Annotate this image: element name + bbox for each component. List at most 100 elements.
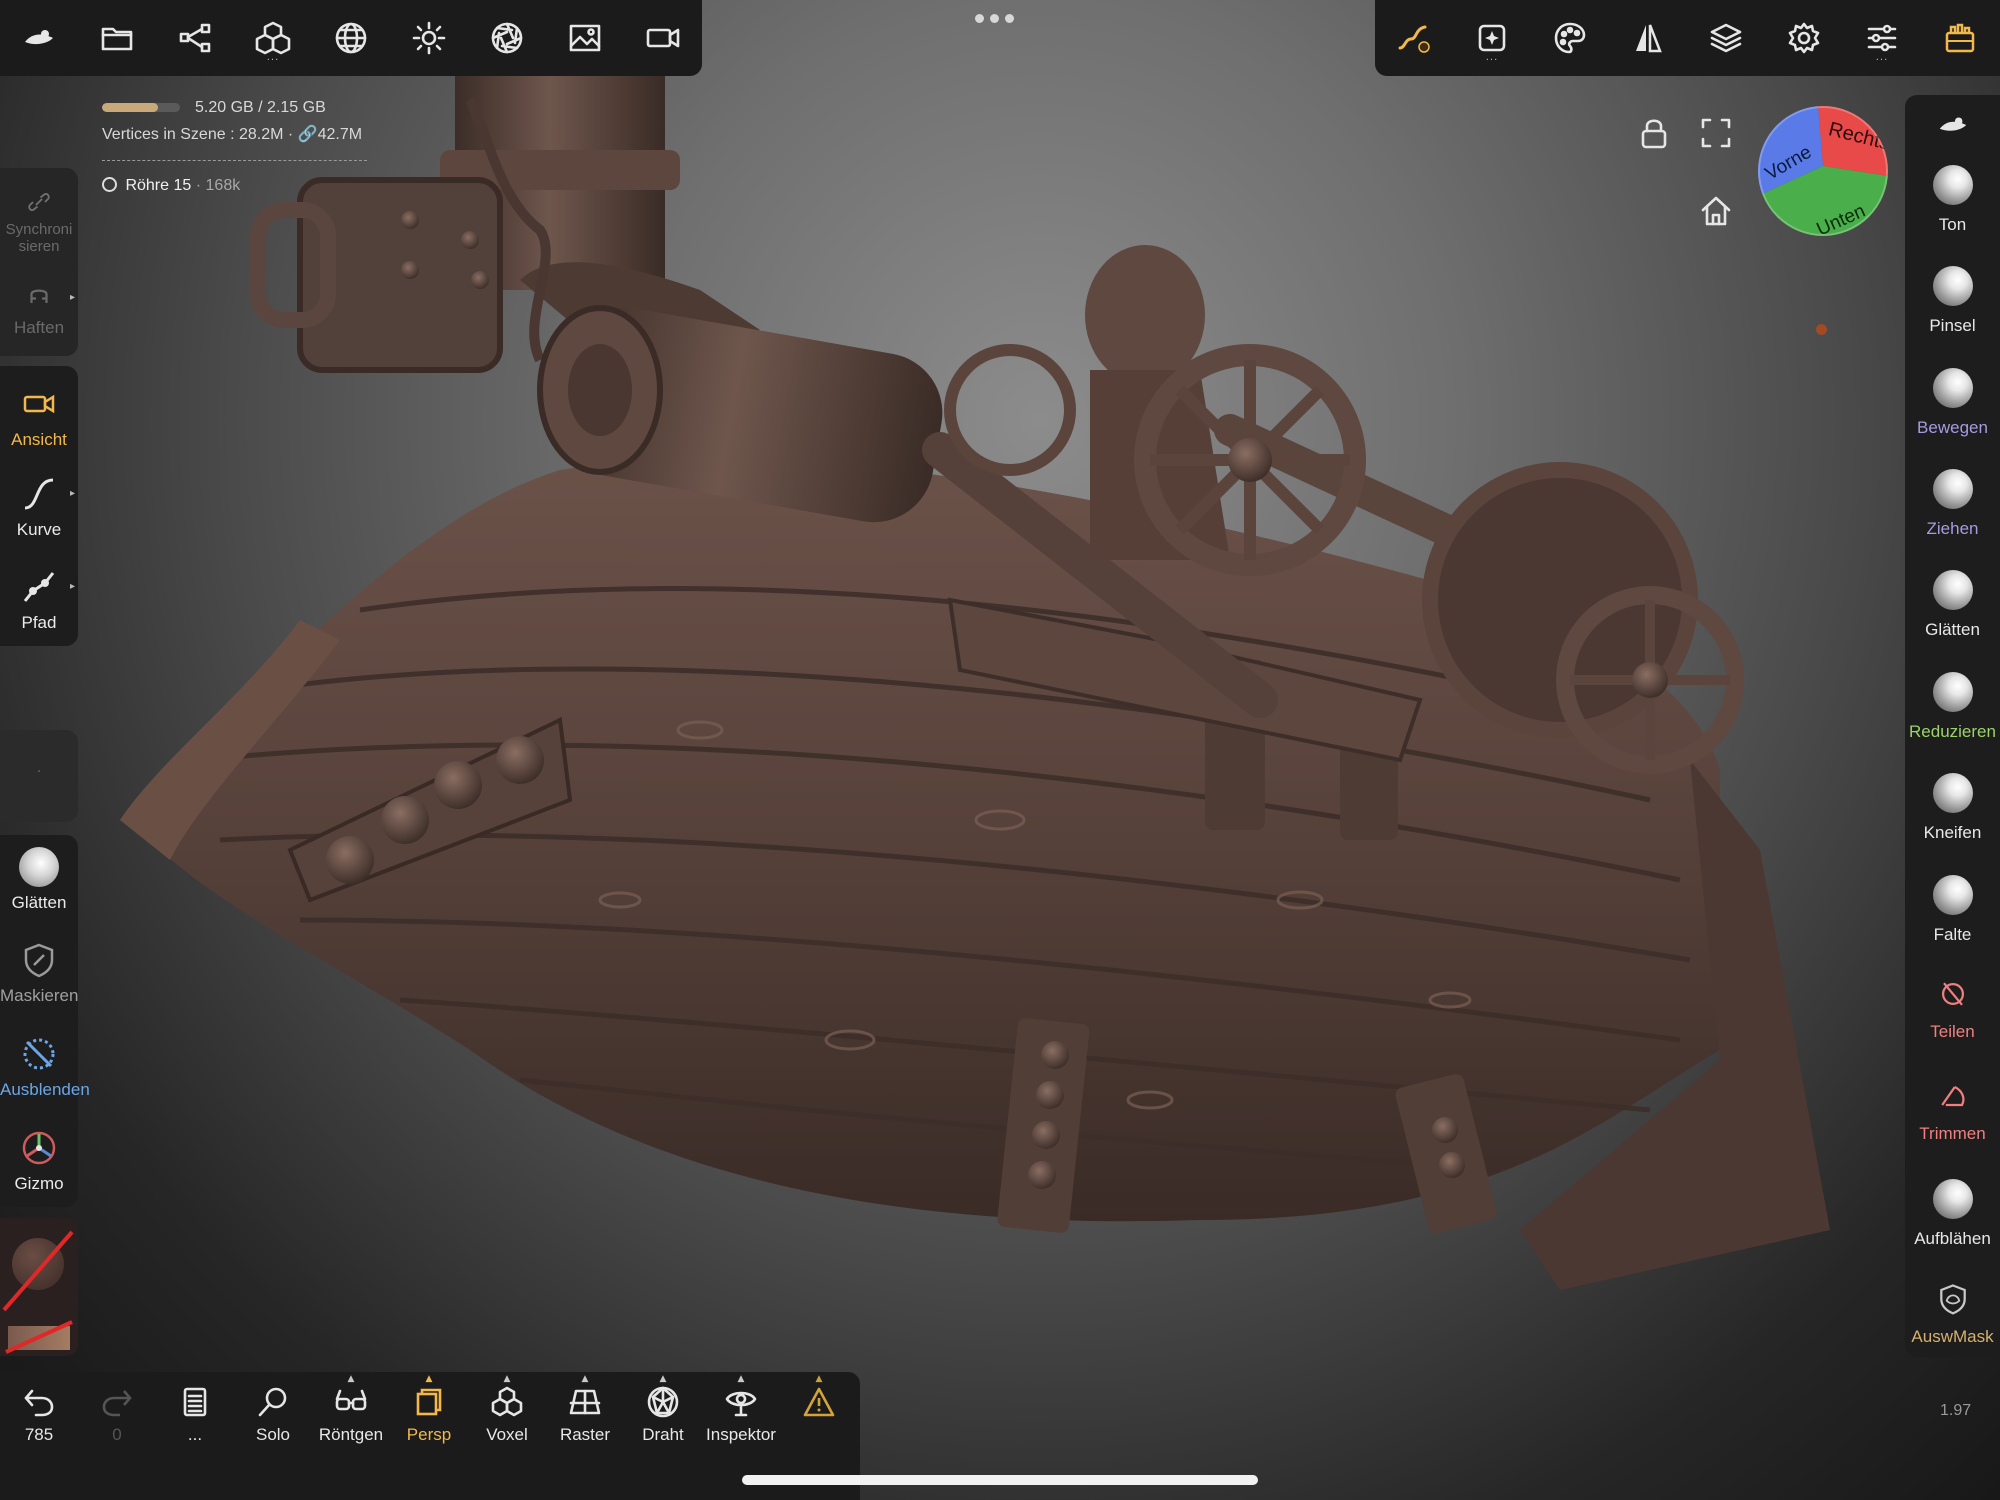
info-separator bbox=[102, 160, 367, 161]
share-icon bbox=[179, 23, 211, 53]
inspector-button[interactable]: ▲ Inspektor bbox=[702, 1374, 780, 1445]
history-menu-button[interactable]: ... bbox=[156, 1385, 234, 1445]
home-indicator[interactable] bbox=[742, 1475, 1258, 1485]
brush-sphere-icon bbox=[1932, 672, 1973, 712]
haften-button[interactable]: Haften ▸ bbox=[0, 282, 78, 338]
material-button[interactable] bbox=[1531, 0, 1609, 76]
tool-label: Teilen bbox=[1930, 1022, 1975, 1041]
hide-dots-icon bbox=[23, 1038, 55, 1070]
tool-bewegen-button[interactable]: Bewegen bbox=[1905, 368, 2000, 438]
bracket-rivet bbox=[1036, 1081, 1064, 1109]
kurve-button[interactable]: Kurve ▸ bbox=[0, 474, 78, 540]
caret-up-icon: ▲ bbox=[503, 1374, 511, 1384]
caret-up-icon: ▲ bbox=[347, 1374, 355, 1384]
files-button[interactable] bbox=[78, 0, 156, 76]
selected-object-name: Röhre 15 bbox=[125, 177, 192, 194]
scene-button[interactable]: ··· bbox=[234, 0, 312, 76]
maskieren-button[interactable]: Maskieren bbox=[0, 940, 78, 1006]
gizmo-button[interactable]: Gizmo bbox=[0, 1128, 78, 1194]
tool-auswmask-button[interactable]: AuswMask bbox=[1905, 1281, 2000, 1347]
maskieren-label: Maskieren bbox=[0, 986, 79, 1005]
grid-icon bbox=[569, 1389, 601, 1415]
sparkle-icon bbox=[1478, 24, 1506, 52]
app-menu-button[interactable] bbox=[0, 0, 78, 76]
settings-button[interactable] bbox=[1765, 0, 1843, 76]
voxel-button[interactable]: ▲ Voxel bbox=[468, 1374, 546, 1445]
redo-count: 0 bbox=[112, 1425, 122, 1444]
tool-menu-button[interactable] bbox=[1905, 108, 2000, 142]
wireframe-label: Draht bbox=[642, 1425, 684, 1444]
layers-icon bbox=[1710, 23, 1742, 53]
background-button[interactable] bbox=[546, 0, 624, 76]
ansicht-button[interactable]: Ansicht bbox=[0, 384, 78, 450]
ausblenden-button[interactable]: Ausblenden bbox=[0, 1034, 90, 1100]
caret-right-icon: ▸ bbox=[70, 292, 76, 303]
lighting-button[interactable] bbox=[390, 0, 468, 76]
lantern-bolt bbox=[471, 271, 489, 289]
home-icon[interactable] bbox=[1698, 193, 1734, 229]
stroke-button[interactable] bbox=[1375, 0, 1453, 76]
xray-label: Röntgen bbox=[318, 1425, 384, 1444]
brush-sphere-icon bbox=[1932, 266, 1973, 306]
tool-gl-tten-button[interactable]: Glätten bbox=[1905, 570, 2000, 640]
tool-teilen-button[interactable]: Teilen bbox=[1905, 976, 2000, 1042]
gizmo-label: Gizmo bbox=[14, 1174, 64, 1193]
tool-trimmen-button[interactable]: Trimmen bbox=[1905, 1078, 2000, 1144]
pfad-button[interactable]: Pfad ▸ bbox=[0, 567, 78, 633]
symmetry-icon bbox=[1636, 24, 1662, 53]
tool-ton-button[interactable]: Ton bbox=[1905, 165, 2000, 235]
undo-button[interactable]: 785 bbox=[0, 1385, 78, 1445]
warning-button[interactable]: ▲ bbox=[780, 1374, 858, 1419]
tool-label: Falte bbox=[1933, 925, 1972, 944]
more-dots: ··· bbox=[1875, 55, 1889, 66]
preferences-button[interactable]: ··· bbox=[1843, 0, 1921, 76]
xray-button[interactable]: ▲ Röntgen bbox=[312, 1374, 390, 1445]
perspective-button[interactable]: ▲ Persp bbox=[390, 1374, 468, 1445]
caret-up-icon: ▲ bbox=[737, 1374, 745, 1384]
caret-up-icon: ▲ bbox=[815, 1374, 823, 1384]
ansicht-label: Ansicht bbox=[11, 430, 67, 449]
lock-icon[interactable] bbox=[1636, 115, 1672, 151]
tool-reduzieren-button[interactable]: Reduzieren bbox=[1905, 672, 2000, 742]
selected-object-count: 168k bbox=[205, 177, 241, 194]
topology-button[interactable] bbox=[312, 0, 390, 76]
tool-pinsel-button[interactable]: Pinsel bbox=[1905, 266, 2000, 336]
undo-count: 785 bbox=[24, 1425, 54, 1444]
redo-button[interactable]: 0 bbox=[78, 1385, 156, 1445]
dot-separator: · bbox=[195, 177, 202, 194]
mask-shield-icon bbox=[24, 943, 54, 978]
stamp-button[interactable]: ··· bbox=[1453, 0, 1531, 76]
disabled-slash-icon bbox=[2, 1230, 74, 1354]
tool-label: Ziehen bbox=[1926, 519, 1979, 538]
tools-button[interactable] bbox=[1921, 0, 1999, 76]
record-button[interactable] bbox=[624, 0, 702, 76]
symmetry-button[interactable] bbox=[1609, 0, 1687, 76]
solo-button[interactable]: Solo bbox=[234, 1385, 312, 1445]
tool-label: Ton bbox=[1938, 215, 1967, 234]
tool-label: Glätten bbox=[1925, 620, 1980, 639]
selected-object-info[interactable]: Röhre 15 · 168k bbox=[102, 177, 240, 195]
lantern-bolt bbox=[401, 211, 419, 229]
magnet-icon bbox=[30, 289, 48, 303]
camera-settings-button[interactable] bbox=[468, 0, 546, 76]
sync-button[interactable]: Synchroni sieren bbox=[0, 187, 78, 255]
glaetten-shortcut-button[interactable]: Glätten bbox=[0, 847, 78, 913]
share-button[interactable] bbox=[156, 0, 234, 76]
grid-button[interactable]: ▲ Raster bbox=[546, 1374, 624, 1445]
tool-falte-button[interactable]: Falte bbox=[1905, 875, 2000, 945]
window-handle-dots[interactable] bbox=[975, 14, 1014, 23]
glaetten-label: Glätten bbox=[11, 893, 67, 912]
grid-sphere-icon bbox=[335, 22, 367, 54]
brush-sphere-icon bbox=[1932, 165, 1973, 205]
dot-separator: · bbox=[287, 126, 294, 143]
color-swatch-panel[interactable] bbox=[0, 1218, 78, 1356]
fullscreen-icon[interactable] bbox=[1698, 115, 1734, 151]
tool-kneifen-button[interactable]: Kneifen bbox=[1905, 773, 2000, 843]
bracket-rivet bbox=[1028, 1161, 1056, 1189]
tool-ziehen-button[interactable]: Ziehen bbox=[1905, 469, 2000, 539]
more-dots: ··· bbox=[1485, 55, 1499, 66]
wireframe-button[interactable]: ▲ Draht bbox=[624, 1374, 702, 1445]
layers-button[interactable] bbox=[1687, 0, 1765, 76]
tool-aufbl-hen-button[interactable]: Aufblähen bbox=[1905, 1179, 2000, 1249]
wire-sphere-icon bbox=[102, 177, 117, 192]
